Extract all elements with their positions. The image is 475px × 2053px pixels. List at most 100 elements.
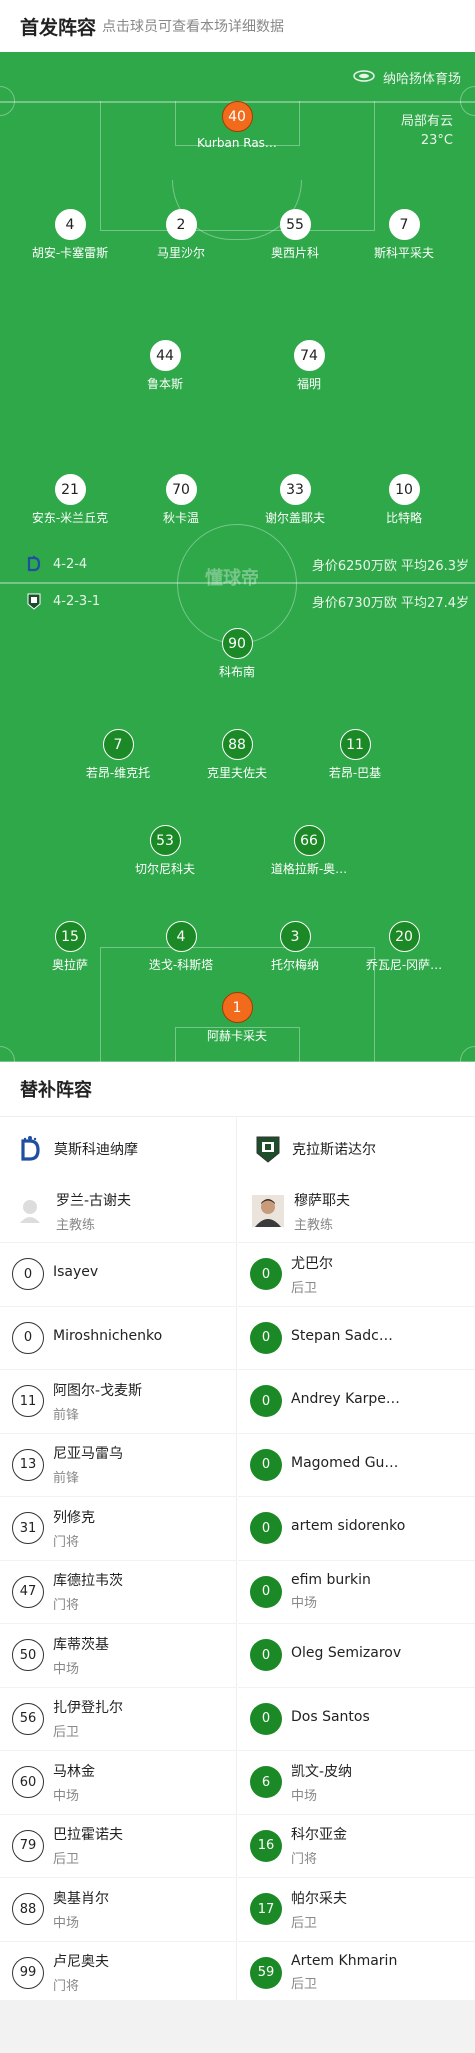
away-player[interactable]: 15 奥拉萨 [15, 921, 125, 973]
player-number: 20 [388, 921, 420, 952]
player-position: 门将 [53, 1979, 80, 1995]
sub-player[interactable]: 0 Andrey Karpe… [238, 1369, 475, 1433]
away-player[interactable]: 11 若昂-巴基 [300, 729, 410, 781]
sub-player[interactable]: 0 尤巴尔后卫 [238, 1242, 475, 1306]
player-name: 奥西片科 [270, 246, 319, 260]
sub-player[interactable]: 0 Magomed Gu… [238, 1432, 475, 1497]
away-formation-text: 4-2-3-1 [53, 593, 101, 609]
player-number: 79 [12, 1829, 44, 1862]
away-subs-column: 克拉斯诺达尔 穆萨耶夫 主教练 0 尤巴尔后卫 0 Stepan Sadc… 0 An… [238, 1118, 475, 2004]
away-player[interactable]: 20 乔瓦尼-冈萨… [349, 921, 459, 973]
venue: 纳哈扬体育场 [353, 68, 461, 87]
home-player-gk[interactable]: 40 Kurban Ras… [182, 101, 292, 150]
player-number: 17 [250, 1893, 282, 1926]
away-player[interactable]: 53 切尔尼科夫 [110, 825, 220, 877]
sub-player[interactable]: 50 库蒂茨基 中场 [0, 1623, 236, 1687]
player-position: 门将 [53, 1534, 80, 1550]
sub-player[interactable]: 47 库德拉韦茨 门将 [0, 1559, 236, 1624]
away-coach[interactable]: 穆萨耶夫 主教练 [238, 1180, 475, 1242]
away-player[interactable]: 66 道格拉斯-奥… [254, 825, 364, 877]
player-name: 福明 [296, 377, 321, 391]
dynamo-logo-icon [16, 1135, 44, 1163]
home-team-header[interactable]: 莫斯科迪纳摩 [0, 1118, 236, 1180]
player-name: Kurban Ras… [197, 136, 277, 150]
away-player[interactable]: 7 若昂-维克托 [63, 729, 173, 781]
sub-player[interactable]: 13 尼亚马雷乌 前锋 [0, 1432, 236, 1497]
home-formation: 4-2-4 [25, 555, 87, 573]
player-name: artem sidorenko [291, 1518, 406, 1535]
coach-name: 罗兰-古谢夫 [56, 1192, 132, 1209]
home-subs-column: 莫斯科迪纳摩 罗兰-古谢夫 主教练 0 Isayev 0 Miroshnichenk… [0, 1118, 237, 2000]
player-name: 谢尔盖耶夫 [264, 511, 325, 525]
player-name: 安东-米兰丘克 [31, 511, 109, 525]
away-player[interactable]: 3 托尔梅纳 [240, 921, 350, 973]
sub-player[interactable]: 0 Stepan Sadc… [238, 1305, 475, 1370]
sub-player[interactable]: 0 efim burkin 中场 [238, 1559, 475, 1624]
home-player[interactable]: 55 奥西片科 [240, 209, 350, 261]
away-player[interactable]: 4 迭戈-科斯塔 [126, 921, 236, 973]
player-name: Dos Santos [291, 1708, 370, 1725]
sub-player[interactable]: 11 阿图尔-戈麦斯 前锋 [0, 1369, 236, 1433]
sub-player[interactable]: 56 扎伊登扎尔 后卫 [0, 1686, 236, 1751]
player-number: 7 [102, 729, 134, 760]
coach-role: 主教练 [56, 1217, 96, 1233]
krasnodar-logo-icon [254, 1135, 282, 1163]
player-position: 中场 [291, 1788, 318, 1804]
sub-player[interactable]: 0 artem sidorenko [238, 1496, 475, 1560]
sub-player[interactable]: 88 奥基肖尔 中场 [0, 1877, 236, 1941]
home-coach[interactable]: 罗兰-古谢夫 主教练 [0, 1180, 236, 1242]
player-position: 前锋 [53, 1407, 80, 1423]
player-number: 0 [250, 1258, 282, 1291]
away-player-gk[interactable]: 1 阿赫卡采夫 [182, 992, 292, 1044]
player-number: 31 [12, 1512, 44, 1545]
home-player[interactable]: 10 比特略 [349, 474, 459, 526]
home-player[interactable]: 7 斯科平采夫 [349, 209, 459, 261]
sub-player[interactable]: 17 帕尔采夫 后卫 [238, 1877, 475, 1941]
player-position: 后卫 [291, 1280, 318, 1296]
sub-player[interactable]: 0 Dos Santos [238, 1686, 475, 1751]
page-subtitle: 点击球员可查看本场详细数据 [102, 19, 285, 35]
player-number: 2 [165, 209, 197, 240]
home-player[interactable]: 44 鲁本斯 [110, 340, 220, 392]
player-number: 47 [12, 1575, 44, 1608]
player-name: 尤巴尔 [291, 1255, 333, 1272]
player-number: 4 [54, 209, 86, 240]
sub-player[interactable]: 0 Isayev [0, 1242, 236, 1306]
weather-temperature: 23°C [420, 133, 453, 148]
sub-player[interactable]: 6 凯文-皮纳 中场 [238, 1750, 475, 1814]
sub-player[interactable]: 0 Miroshnichenko [0, 1305, 236, 1370]
player-number: 10 [388, 474, 420, 505]
player-number: 56 [12, 1702, 44, 1735]
home-player[interactable]: 70 秋卡温 [126, 474, 236, 526]
sub-player[interactable]: 60 马林金 中场 [0, 1750, 236, 1814]
player-name: Artem Khmarin [291, 1953, 398, 1970]
player-name: 列修克 [53, 1509, 95, 1526]
player-number: 0 [250, 1575, 282, 1608]
player-number: 13 [12, 1448, 44, 1481]
player-number: 0 [12, 1321, 44, 1354]
sub-player[interactable]: 16 科尔亚金 门将 [238, 1813, 475, 1878]
sub-player[interactable]: 31 列修克门将 [0, 1496, 236, 1560]
away-team-name: 克拉斯诺达尔 [292, 1142, 376, 1158]
player-number: 74 [293, 340, 325, 371]
player-name: 比特略 [385, 511, 422, 525]
player-number: 4 [165, 921, 197, 952]
home-player[interactable]: 21 安东-米兰丘克 [15, 474, 125, 526]
away-team-header[interactable]: 克拉斯诺达尔 [238, 1118, 475, 1180]
header: 首发阵容 点击球员可查看本场详细数据 [0, 0, 475, 52]
home-player[interactable]: 74 福明 [254, 340, 364, 392]
away-player[interactable]: 90 科布南 [182, 628, 292, 680]
home-player[interactable]: 4 胡安-卡塞雷斯 [15, 209, 125, 261]
home-player[interactable]: 33 谢尔盖耶夫 [240, 474, 350, 526]
player-number: 0 [250, 1639, 282, 1672]
home-player[interactable]: 2 马里沙尔 [126, 209, 236, 261]
sub-player[interactable]: 79 巴拉霍诺夫 后卫 [0, 1813, 236, 1878]
away-player[interactable]: 88 克里夫佐夫 [182, 729, 292, 781]
stadium-icon [353, 69, 375, 87]
coach-avatar-placeholder-icon [14, 1195, 46, 1227]
sub-player[interactable]: 0 Oleg Semizarov [238, 1623, 475, 1687]
sub-player[interactable]: 59 Artem Khmarin 后卫 [238, 1940, 475, 2005]
player-name: 迭戈-科斯塔 [148, 958, 214, 972]
player-number: 7 [388, 209, 420, 240]
sub-player[interactable]: 99 卢尼奥夫 门将 [0, 1940, 236, 2005]
